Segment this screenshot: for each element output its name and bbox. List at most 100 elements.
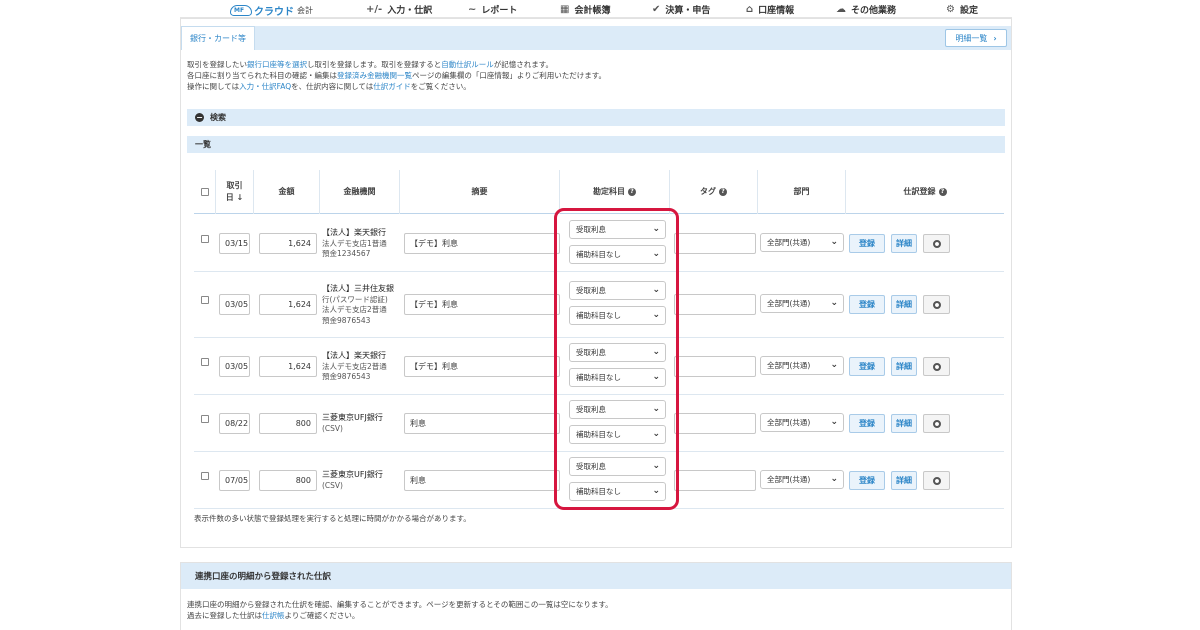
detail-button[interactable]: 詳細: [891, 357, 917, 376]
register-button[interactable]: 登録: [849, 414, 885, 433]
journal-guide-link[interactable]: 仕訳ガイド: [373, 82, 411, 91]
sub-account-select[interactable]: 補助科目なし ⌄: [569, 306, 666, 325]
registered-banks-link[interactable]: 登録済み金融機関一覧: [337, 71, 412, 80]
memo-field[interactable]: 【デモ】利息: [404, 233, 560, 254]
mf-cloud-logo[interactable]: クラウド 会計: [230, 3, 313, 18]
amount-field[interactable]: 1,624: [259, 294, 317, 315]
register-button[interactable]: 登録: [849, 295, 885, 314]
dept-select[interactable]: 全部門(共通) ⌄: [760, 233, 844, 252]
chevron-down-icon: ⌄: [830, 298, 838, 308]
dept-select[interactable]: 全部門(共通) ⌄: [760, 356, 844, 375]
row-settings-button[interactable]: [923, 234, 950, 253]
tag-field[interactable]: [674, 356, 756, 377]
tag-field[interactable]: [674, 470, 756, 491]
search-section-label: 検索: [210, 113, 226, 122]
select-account-link[interactable]: 銀行口座等を選択: [247, 60, 307, 69]
row-checkbox[interactable]: [201, 296, 209, 304]
detail-button[interactable]: 詳細: [891, 414, 917, 433]
detail-button[interactable]: 詳細: [891, 295, 917, 314]
amount-field[interactable]: 800: [259, 470, 317, 491]
nav-item-accounts[interactable]: ⌂ 口座情報: [746, 3, 794, 16]
row-checkbox[interactable]: [201, 415, 209, 423]
register-button[interactable]: 登録: [849, 357, 885, 376]
journal-book-link[interactable]: 仕訳帳: [262, 611, 285, 620]
table-row: 07/05 800 三菱東京UFJ銀行 (CSV) 利息 受取利息 ⌄ 補助科目なし ⌄ 全部門(…: [194, 452, 1004, 509]
tab-bar: 銀行・カード等 明細一覧 ›: [181, 26, 1011, 50]
statement-list-button[interactable]: 明細一覧 ›: [945, 29, 1007, 47]
date-field[interactable]: 07/05: [219, 470, 250, 491]
tag-field[interactable]: [674, 294, 756, 315]
amount-field[interactable]: 800: [259, 413, 317, 434]
row-checkbox[interactable]: [201, 472, 209, 480]
auto-rule-link[interactable]: 自動仕訳ルール: [441, 60, 494, 69]
amount-field[interactable]: 1,624: [259, 233, 317, 254]
sub-account-select-value: 補助科目なし: [576, 311, 621, 320]
date-field[interactable]: 08/22: [219, 413, 250, 434]
row-settings-button[interactable]: [923, 414, 950, 433]
nav-item-books[interactable]: ▦ 会計帳簿: [560, 3, 610, 16]
home-icon: ⌂: [746, 3, 754, 15]
row-checkbox[interactable]: [201, 358, 209, 366]
desc-text: 過去に登録した仕訳は: [187, 611, 262, 620]
detail-button[interactable]: 詳細: [891, 234, 917, 253]
sub-account-select[interactable]: 補助科目なし ⌄: [569, 368, 666, 387]
register-button[interactable]: 登録: [849, 234, 885, 253]
help-icon[interactable]: ?: [719, 188, 727, 196]
row-settings-button[interactable]: [923, 357, 950, 376]
nav-item-settings[interactable]: ⚙ 設定: [946, 3, 978, 16]
faq-link[interactable]: 入力・仕訳FAQ: [239, 82, 291, 91]
account-select[interactable]: 受取利息 ⌄: [569, 343, 666, 362]
tag-field[interactable]: [674, 413, 756, 434]
tab-bank-card[interactable]: 銀行・カード等: [181, 26, 255, 50]
date-field[interactable]: 03/05: [219, 294, 250, 315]
header-date[interactable]: 取引 日 ↓: [216, 170, 254, 214]
nav-item-report[interactable]: ~ レポート: [468, 3, 517, 16]
nav-item-other[interactable]: ☁ その他業務: [836, 3, 896, 16]
help-icon[interactable]: ?: [938, 188, 947, 196]
date-field[interactable]: 03/05: [219, 356, 250, 377]
chevron-down-icon: ⌄: [830, 417, 838, 427]
row-settings-button[interactable]: [923, 471, 950, 490]
nav-item-closing[interactable]: ✔ 決算・申告: [652, 3, 710, 16]
desc-text: ページの編集欄の「口座情報」よりご利用いただけます。: [412, 71, 606, 80]
memo-field[interactable]: 【デモ】利息: [404, 356, 560, 377]
memo-field[interactable]: 利息: [404, 470, 560, 491]
memo-field[interactable]: 【デモ】利息: [404, 294, 560, 315]
account-select[interactable]: 受取利息 ⌄: [569, 220, 666, 239]
account-select[interactable]: 受取利息 ⌄: [569, 400, 666, 419]
linked-entries-line-1: 連携口座の明細から登録された仕訳を確認、編集することができます。ページを更新する…: [187, 600, 613, 609]
description-line-3: 操作に関しては入力・仕訳FAQを、仕訳内容に関しては仕訳ガイドをご覧ください。: [187, 81, 606, 92]
sub-account-select[interactable]: 補助科目なし ⌄: [569, 482, 666, 501]
dept-select[interactable]: 全部門(共通) ⌄: [760, 294, 844, 313]
logo-text: クラウド: [254, 6, 294, 18]
plus-minus-icon: +/-: [366, 3, 383, 15]
row-settings-button[interactable]: [923, 295, 950, 314]
sub-account-select[interactable]: 補助科目なし ⌄: [569, 245, 666, 264]
account-select-value: 受取利息: [576, 348, 606, 357]
cloud-icon: ☁: [836, 3, 846, 15]
memo-field[interactable]: 利息: [404, 413, 560, 434]
nav-item-entry[interactable]: +/- 入力・仕訳: [366, 3, 432, 16]
top-navigation: クラウド 会計 +/- 入力・仕訳 ~ レポート ▦ 会計帳簿 ✔ 決算・申告 ⌂ 口座情…: [180, 0, 1012, 18]
row-checkbox[interactable]: [201, 235, 209, 243]
account-select[interactable]: 受取利息 ⌄: [569, 457, 666, 476]
chevron-down-icon: ⌄: [652, 372, 660, 382]
dept-select[interactable]: 全部門(共通) ⌄: [760, 470, 844, 489]
select-all-checkbox[interactable]: [200, 188, 209, 196]
chevron-down-icon: ⌄: [830, 237, 838, 247]
register-button[interactable]: 登録: [849, 471, 885, 490]
account-select[interactable]: 受取利息 ⌄: [569, 281, 666, 300]
search-section-toggle[interactable]: − 検索: [187, 109, 1005, 126]
chevron-down-icon: ⌄: [830, 360, 838, 370]
dept-select-value: 全部門(共通): [767, 299, 811, 308]
sub-account-select[interactable]: 補助科目なし ⌄: [569, 425, 666, 444]
tag-field[interactable]: [674, 233, 756, 254]
date-field[interactable]: 03/15: [219, 233, 250, 254]
detail-button[interactable]: 詳細: [891, 471, 917, 490]
description-line-1: 取引を登録したい銀行口座等を選択し取引を登録します。取引を登録すると自動仕訳ルー…: [187, 59, 606, 70]
amount-field[interactable]: 1,624: [259, 356, 317, 377]
help-icon[interactable]: ?: [628, 188, 636, 196]
nav-item-settings-label: 設定: [959, 5, 978, 16]
dept-select[interactable]: 全部門(共通) ⌄: [760, 413, 844, 432]
desc-text: が記憶されます。: [493, 60, 553, 69]
